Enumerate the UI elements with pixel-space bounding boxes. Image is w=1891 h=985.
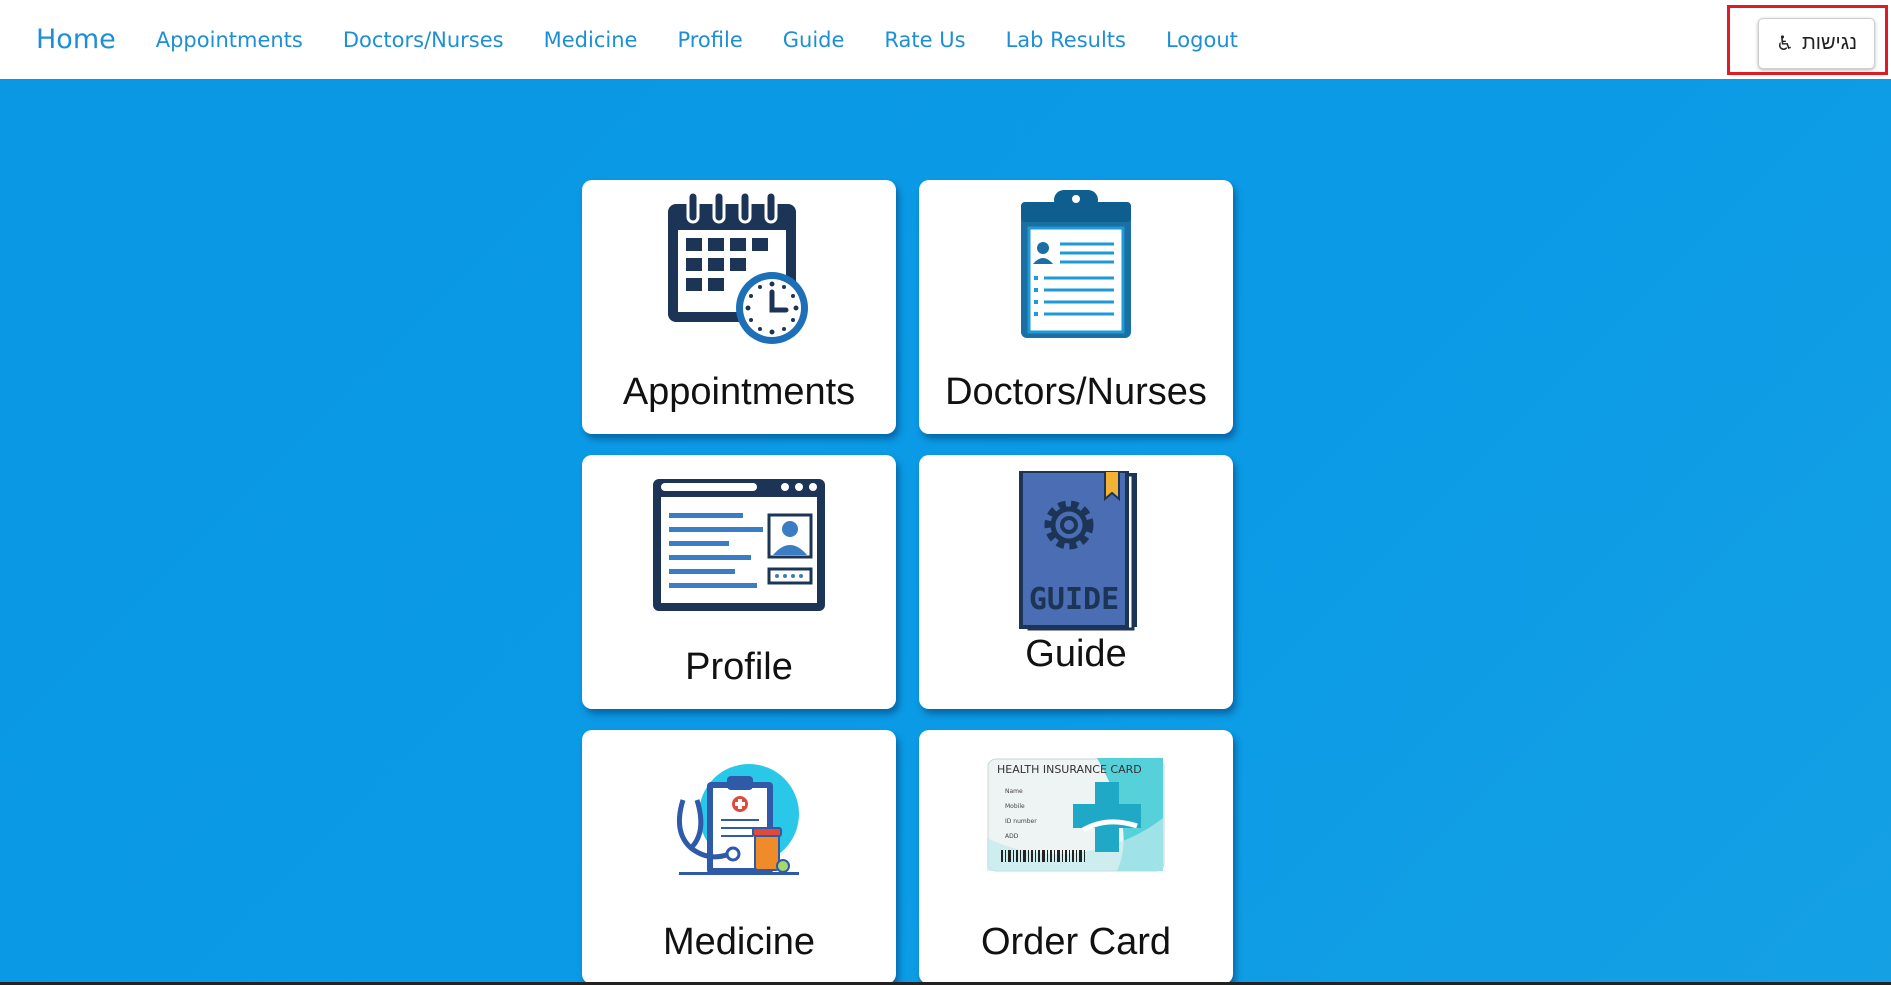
clipboard-profile-icon <box>1021 190 1131 338</box>
insurance-field-id: ID number <box>1005 818 1037 825</box>
dashboard-grid: Appointments Doctors/Nurses Profile GUID… <box>582 180 1233 984</box>
main-area: Appointments Doctors/Nurses Profile GUID… <box>0 79 1891 985</box>
medical-clipboard-icon <box>676 764 799 875</box>
card-order-card[interactable]: HEALTH INSURANCE CARD Name Mobile ID num… <box>919 730 1233 984</box>
card-label-order-card: Order Card <box>980 921 1172 963</box>
card-guide[interactable]: GUIDE Guide <box>919 455 1233 709</box>
calendar-clock-icon <box>668 190 808 344</box>
nav-link-rate-us[interactable]: Rate Us <box>884 28 965 52</box>
nav-link-logout[interactable]: Logout <box>1166 28 1238 52</box>
id-browser-icon <box>653 479 825 611</box>
health-insurance-card-icon: HEALTH INSURANCE CARD Name Mobile ID num… <box>987 758 1165 872</box>
accessibility-button[interactable]: ♿ נגישות <box>1758 18 1875 69</box>
nav-link-medicine[interactable]: Medicine <box>544 28 638 52</box>
insurance-field-address: ADD <box>1005 833 1019 840</box>
guide-book-text: GUIDE <box>1029 582 1119 617</box>
nav-link-lab-results[interactable]: Lab Results <box>1006 28 1126 52</box>
nav-links: Appointments Doctors/Nurses Medicine Pro… <box>156 28 1278 52</box>
card-label-guide: Guide <box>1025 633 1127 675</box>
nav-home-link[interactable]: Home <box>36 24 116 55</box>
card-label-medicine: Medicine <box>662 921 816 963</box>
top-navbar: Home Appointments Doctors/Nurses Medicin… <box>0 0 1891 79</box>
wheelchair-icon: ♿ <box>1776 33 1794 55</box>
insurance-card-title: HEALTH INSURANCE CARD <box>997 763 1142 776</box>
card-label-doctors-nurses: Doctors/Nurses <box>945 371 1207 413</box>
card-medicine[interactable]: Medicine <box>582 730 896 984</box>
nav-link-profile[interactable]: Profile <box>677 28 742 52</box>
card-label-appointments: Appointments <box>622 371 856 413</box>
card-doctors-nurses[interactable]: Doctors/Nurses <box>919 180 1233 434</box>
guide-book-icon: GUIDE <box>1019 471 1137 631</box>
insurance-field-mobile: Mobile <box>1005 803 1025 810</box>
card-appointments[interactable]: Appointments <box>582 180 896 434</box>
nav-link-doctors-nurses[interactable]: Doctors/Nurses <box>343 28 504 52</box>
insurance-field-name: Name <box>1005 788 1023 795</box>
nav-link-guide[interactable]: Guide <box>783 28 845 52</box>
accessibility-button-label: נגישות <box>1801 32 1857 54</box>
barcode <box>1001 850 1085 862</box>
nav-link-appointments[interactable]: Appointments <box>156 28 303 52</box>
card-profile[interactable]: Profile <box>582 455 896 709</box>
card-label-profile: Profile <box>685 646 793 688</box>
